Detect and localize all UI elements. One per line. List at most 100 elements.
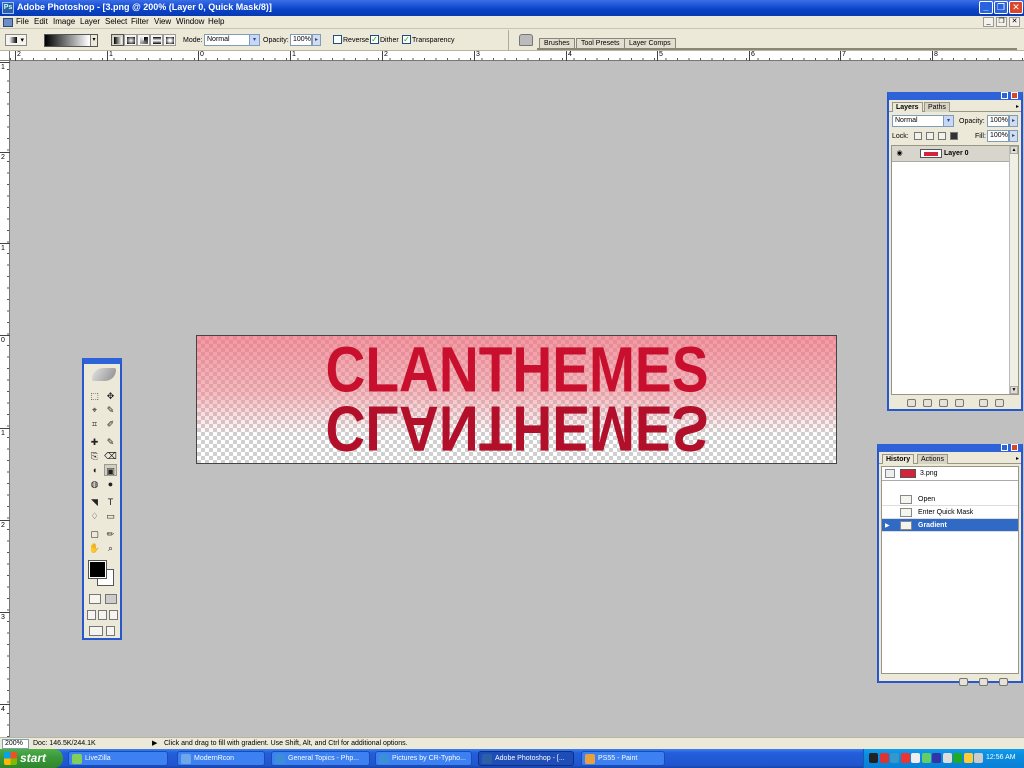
tray-icon[interactable]: [963, 753, 973, 763]
lock-position-icon[interactable]: [938, 132, 946, 140]
vertical-ruler[interactable]: [0, 61, 10, 737]
brush-tool-icon[interactable]: ✎: [104, 436, 117, 448]
new-snapshot-icon[interactable]: [979, 678, 988, 686]
notes-tool-icon[interactable]: ▢: [88, 528, 101, 540]
chevron-down-icon[interactable]: ▾: [943, 116, 953, 126]
menu-layer[interactable]: Layer: [80, 17, 100, 26]
document-size-info[interactable]: Doc: 146.5K/244.1K: [33, 740, 96, 747]
panel-menu-icon[interactable]: ▸: [1016, 455, 1019, 462]
tab-paths[interactable]: Paths: [924, 102, 950, 112]
radial-gradient-button[interactable]: [124, 34, 137, 46]
new-layer-icon[interactable]: [979, 399, 988, 407]
zoom-tool-icon[interactable]: ⌕: [104, 542, 117, 554]
layers-scrollbar[interactable]: ▲ ▼: [1009, 146, 1018, 394]
start-button[interactable]: start: [0, 749, 63, 768]
eyedropper-tool-icon[interactable]: ✏: [104, 528, 117, 540]
pen-tool-icon[interactable]: ♢: [88, 510, 101, 522]
screen-mode-full-icon[interactable]: [109, 610, 118, 620]
tray-icon[interactable]: [921, 753, 931, 763]
restore-button[interactable]: ❐: [994, 1, 1008, 14]
mode-select[interactable]: Normal ▾: [204, 34, 260, 46]
tray-icon[interactable]: [900, 753, 910, 763]
healing-brush-tool-icon[interactable]: ✚: [88, 436, 101, 448]
menu-view[interactable]: View: [154, 17, 171, 26]
screen-mode-full-menu-icon[interactable]: [98, 610, 107, 620]
quick-mask-mode-icon[interactable]: [105, 594, 117, 604]
edit-in-imageready-icon[interactable]: [106, 626, 115, 636]
foreground-color-swatch[interactable]: [88, 560, 107, 579]
tray-icon[interactable]: [911, 753, 920, 763]
gradient-tool-icon[interactable]: ▣: [104, 464, 117, 476]
photoshop-app-icon[interactable]: Ps: [2, 2, 14, 14]
screen-mode-standard-icon[interactable]: [87, 610, 96, 620]
scroll-up-icon[interactable]: ▲: [1010, 146, 1018, 154]
scroll-down-icon[interactable]: ▼: [1010, 386, 1018, 394]
fill-input[interactable]: 100% ▸: [987, 130, 1018, 142]
tab-history[interactable]: History: [882, 454, 915, 464]
slider-arrow-icon[interactable]: ▸: [1009, 115, 1018, 127]
history-state-selected[interactable]: ▶ Gradient: [882, 519, 1018, 532]
tab-layers[interactable]: Layers: [892, 102, 923, 112]
close-button[interactable]: ✕: [1009, 1, 1023, 14]
magic-wand-tool-icon[interactable]: ✎: [104, 404, 117, 416]
panel-minimize-icon[interactable]: [1001, 92, 1008, 99]
move-tool-icon[interactable]: ✥: [104, 390, 117, 402]
menu-image[interactable]: Image: [53, 17, 75, 26]
history-state[interactable]: Enter Quick Mask: [882, 506, 1018, 519]
layer-opacity-input[interactable]: 100% ▸: [987, 115, 1018, 127]
clock[interactable]: 12:56 AM: [986, 754, 1016, 761]
jump-to-imageready-icon[interactable]: [89, 626, 103, 636]
slider-arrow-icon[interactable]: ▸: [312, 34, 321, 46]
minimize-button[interactable]: _: [979, 1, 993, 14]
history-brush-source-icon[interactable]: [885, 469, 895, 478]
menu-file[interactable]: File: [16, 17, 29, 26]
taskbar-button[interactable]: LiveZilla: [68, 751, 168, 766]
menu-edit[interactable]: Edit: [34, 17, 48, 26]
taskbar-button[interactable]: General Topics - Php...: [271, 751, 370, 766]
lock-transparency-icon[interactable]: [914, 132, 922, 140]
tray-icon[interactable]: [942, 753, 952, 763]
menu-help[interactable]: Help: [208, 17, 224, 26]
slice-tool-icon[interactable]: ✐: [104, 418, 117, 430]
trash-icon[interactable]: [999, 678, 1008, 686]
layer-mask-icon[interactable]: [923, 399, 932, 407]
chevron-down-icon[interactable]: ▾: [249, 35, 259, 45]
trash-icon[interactable]: [995, 399, 1004, 407]
crop-tool-icon[interactable]: ⌗: [88, 418, 101, 430]
transparency-checkbox[interactable]: ✓: [402, 35, 411, 44]
lock-image-icon[interactable]: [926, 132, 934, 140]
blur-tool-icon[interactable]: ◍: [88, 478, 101, 490]
dodge-tool-icon[interactable]: ●: [104, 478, 117, 490]
eraser-tool-icon[interactable]: ◖: [88, 464, 101, 476]
adjustment-layer-icon[interactable]: [955, 399, 964, 407]
document-canvas[interactable]: CLANTHEMES CLANTHEMES: [196, 335, 837, 464]
angle-gradient-button[interactable]: [137, 34, 150, 46]
type-tool-icon[interactable]: T: [104, 496, 117, 508]
layer-row[interactable]: ◉ Layer 0: [892, 146, 1018, 162]
opacity-input[interactable]: 100% ▸: [290, 34, 321, 46]
taskbar-button[interactable]: ModernRcon: [177, 751, 265, 766]
history-brush-tool-icon[interactable]: ⌫: [104, 450, 117, 462]
new-group-icon[interactable]: [939, 399, 948, 407]
marquee-tool-icon[interactable]: ⬚: [88, 390, 101, 402]
lasso-tool-icon[interactable]: ⌖: [88, 404, 101, 416]
eye-icon[interactable]: ◉: [895, 149, 904, 158]
panel-minimize-icon[interactable]: [1001, 444, 1008, 451]
dither-checkbox[interactable]: ✓: [370, 35, 379, 44]
tray-icon[interactable]: [890, 753, 899, 763]
tab-actions[interactable]: Actions: [917, 454, 948, 464]
history-state[interactable]: Open: [882, 493, 1018, 506]
shape-tool-icon[interactable]: ▭: [104, 510, 117, 522]
taskbar-button[interactable]: Adobe Photoshop - [...: [478, 751, 574, 766]
lock-all-icon[interactable]: [950, 132, 958, 140]
path-selection-tool-icon[interactable]: ◥: [88, 496, 101, 508]
panel-menu-icon[interactable]: ▸: [1016, 103, 1019, 110]
diamond-gradient-button[interactable]: [163, 34, 176, 46]
doc-close-button[interactable]: ✕: [1009, 17, 1020, 27]
menu-filter[interactable]: Filter: [131, 17, 149, 26]
tray-icon[interactable]: [879, 753, 889, 763]
panel-close-icon[interactable]: [1011, 444, 1018, 451]
gradient-picker[interactable]: ▾: [44, 34, 98, 47]
reflected-gradient-button[interactable]: [150, 34, 163, 46]
clone-stamp-tool-icon[interactable]: ⎘: [88, 450, 101, 462]
